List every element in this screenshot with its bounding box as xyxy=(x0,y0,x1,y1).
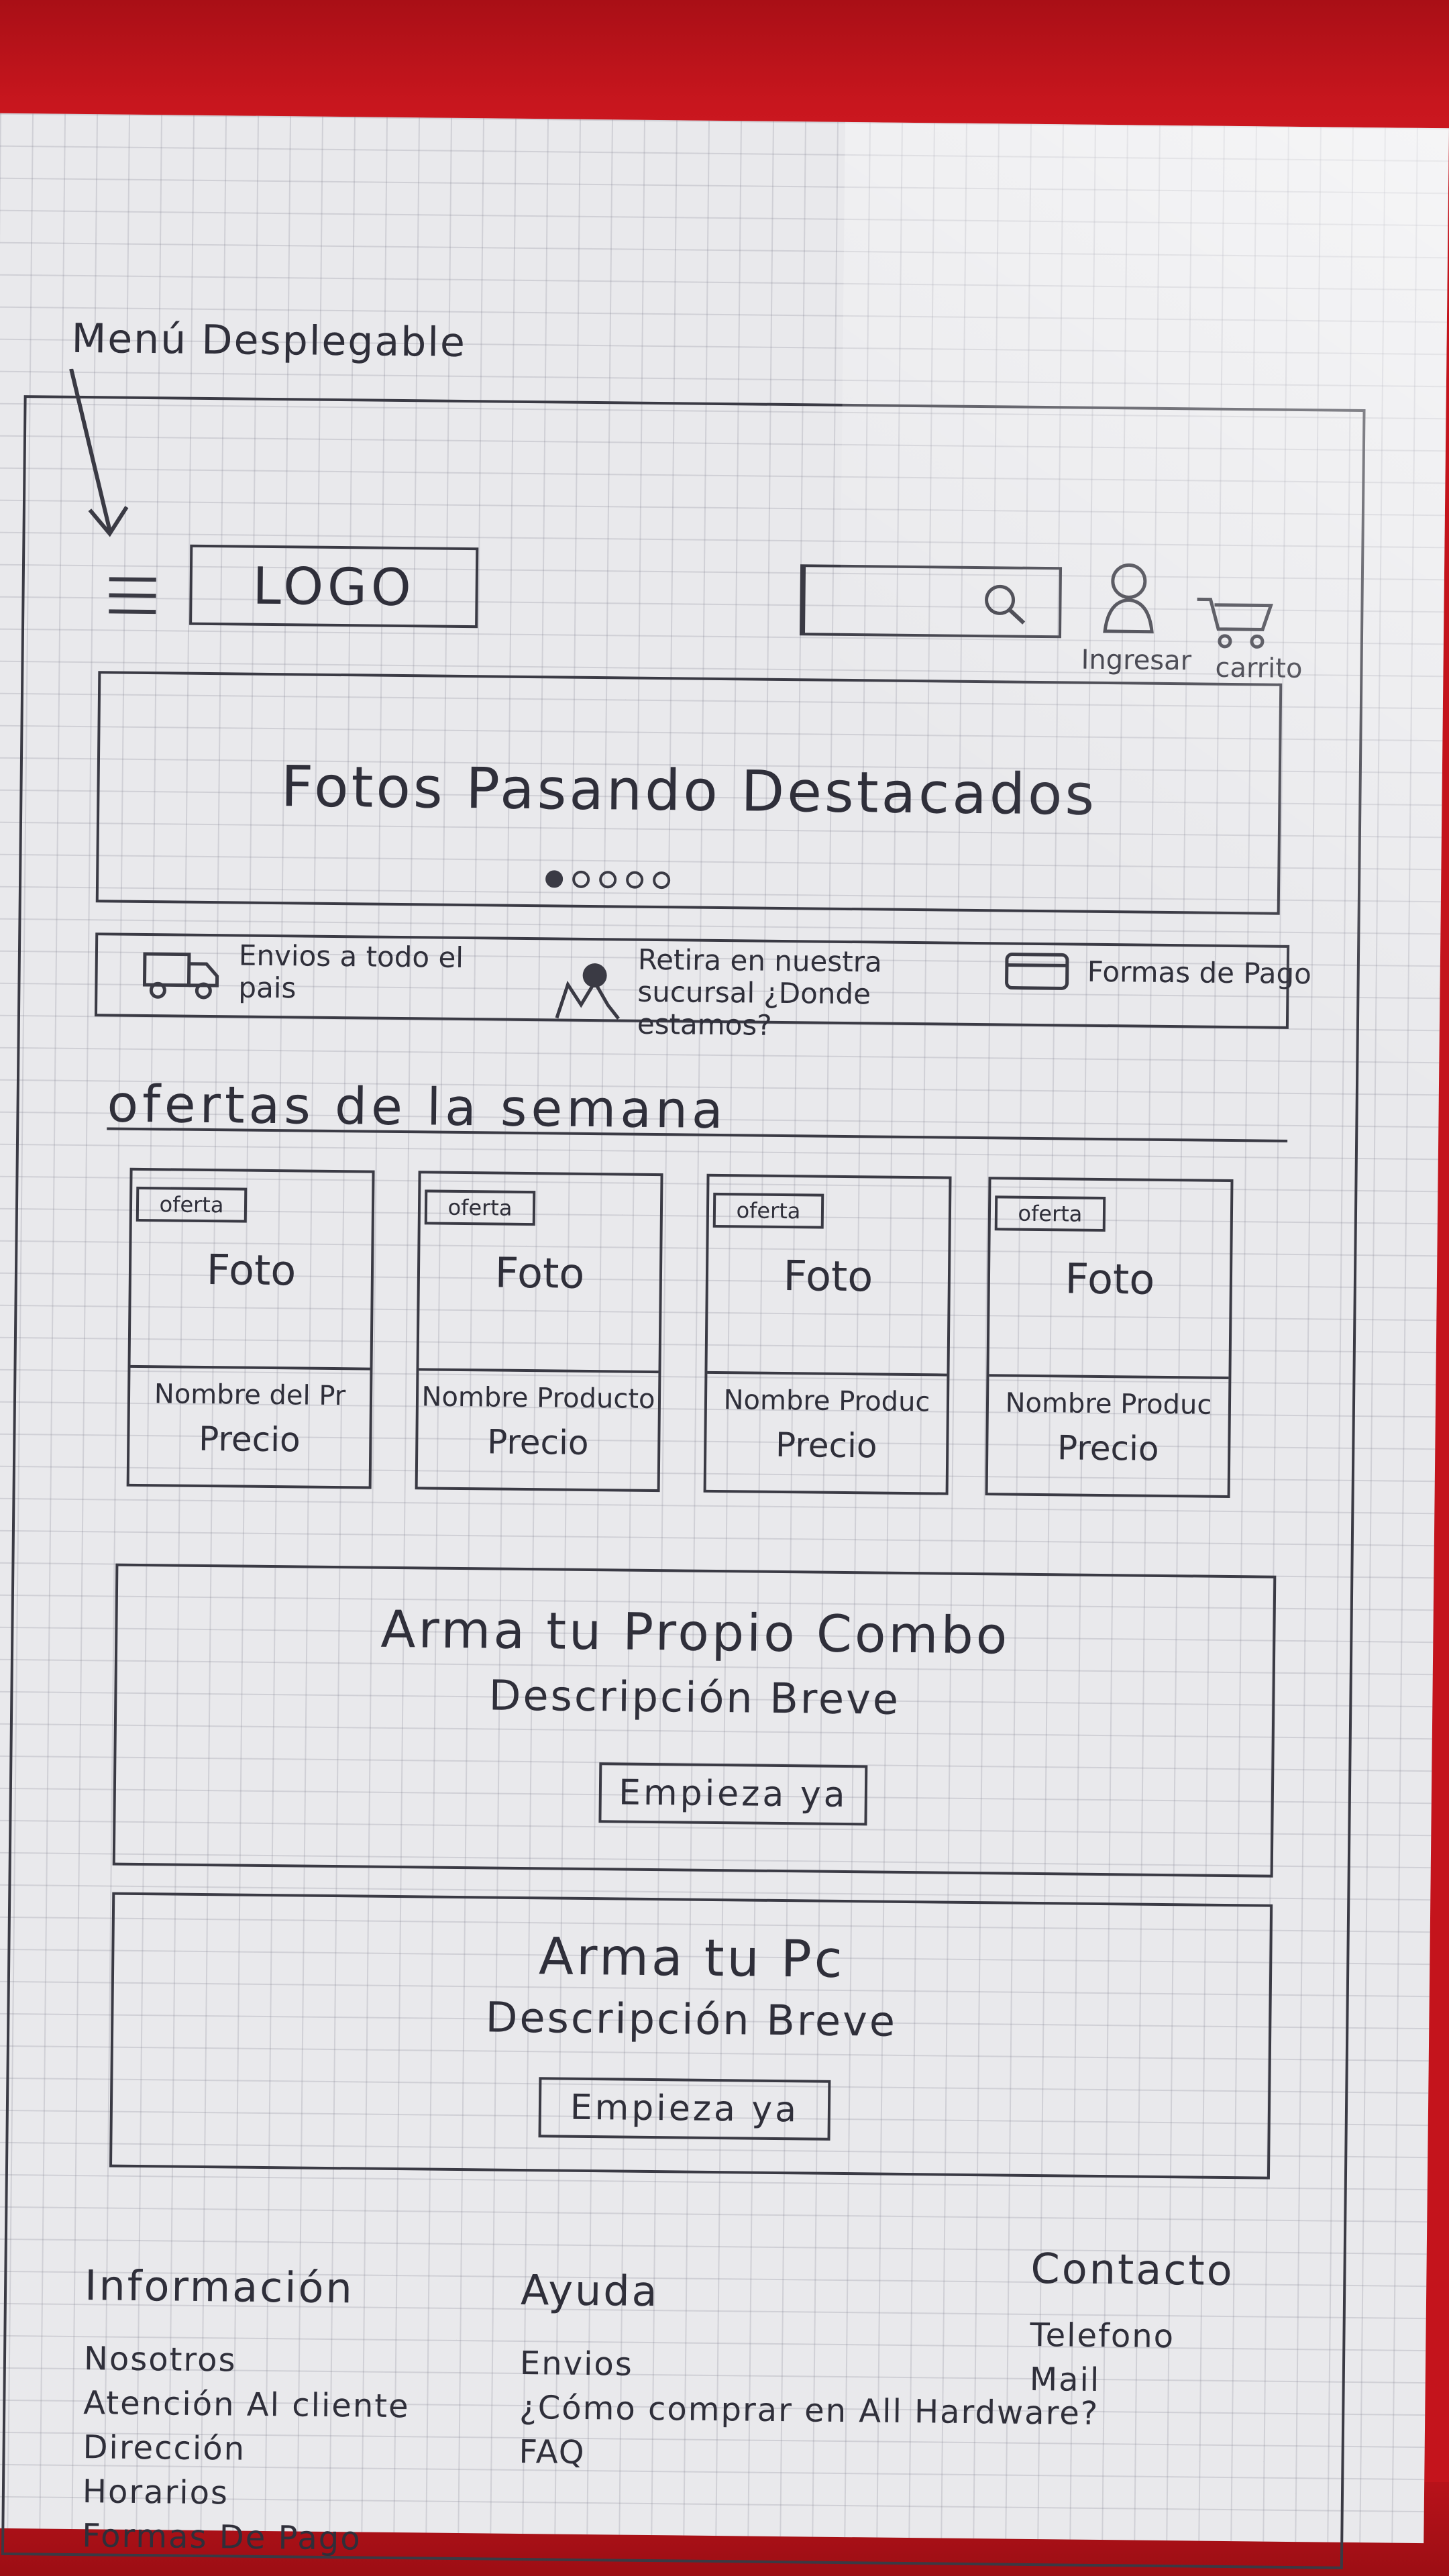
annotation-label: Menú Desplegable xyxy=(71,315,467,366)
start-pc-builder-button[interactable]: Empieza ya xyxy=(538,2077,831,2141)
card-divider xyxy=(419,1368,659,1374)
product-card[interactable]: oferta Foto Nombre del Pr Precio xyxy=(126,1167,375,1489)
footer-link[interactable]: Formas De Pago xyxy=(82,2514,409,2561)
carousel-dot[interactable] xyxy=(626,871,644,889)
product-name: Nombre del Pr xyxy=(154,1379,346,1412)
card-divider xyxy=(989,1374,1229,1379)
carousel-dot[interactable] xyxy=(653,871,671,890)
footer-heading: Ayuda xyxy=(520,2265,660,2316)
search-input[interactable] xyxy=(799,564,1063,639)
footer-link[interactable]: Atención Al cliente xyxy=(83,2381,410,2428)
card-divider xyxy=(130,1364,370,1371)
carousel-title: Fotos Pasando Destacados xyxy=(280,753,1097,828)
promo-title: Arma tu Pc xyxy=(538,1926,845,1990)
combo-promo-banner: Arma tu Propio Combo Descripción Breve E… xyxy=(112,1563,1277,1878)
benefit-shipping[interactable]: Envios a todo el pais xyxy=(142,938,467,1006)
product-photo: Foto xyxy=(783,1251,873,1301)
pc-builder-promo-banner: Arma tu Pc Descripción Breve Empieza ya xyxy=(109,1892,1273,2180)
product-price: Precio xyxy=(198,1419,301,1460)
product-price: Precio xyxy=(1057,1428,1159,1468)
benefit-pickup[interactable]: Retira en nuestra sucursal ¿Donde estamo… xyxy=(554,943,947,1043)
product-card[interactable]: oferta Foto Nombre Producto Precio xyxy=(415,1171,663,1493)
footer-help-column: Ayuda Envios ¿Cómo comprar en All Hardwa… xyxy=(519,2265,1100,2480)
credit-card-icon xyxy=(1005,953,1069,990)
graph-paper-sheet: Menú Desplegable LOGO Ingresar carrito F… xyxy=(0,113,1449,2569)
footer-contact-column: Contacto Telefono Mail xyxy=(1029,2244,1234,2404)
footer-link[interactable]: FAQ xyxy=(519,2430,1099,2480)
benefit-text: Envios a todo el pais xyxy=(238,938,464,1005)
login-label[interactable]: Ingresar xyxy=(1081,645,1191,677)
footer-link[interactable]: ¿Cómo comprar en All Hardware? xyxy=(519,2385,1099,2436)
carousel-dot[interactable] xyxy=(572,870,590,888)
footer-info-column: Información Nosotros Atención Al cliente… xyxy=(82,2261,411,2561)
user-icon[interactable] xyxy=(1102,561,1156,635)
logo[interactable]: LOGO xyxy=(189,544,479,629)
benefit-payment[interactable]: Formas de Pago xyxy=(1004,947,1311,998)
product-photo: Foto xyxy=(494,1248,585,1298)
offer-badge: oferta xyxy=(712,1192,824,1229)
cart-icon[interactable] xyxy=(1195,595,1277,649)
truck-icon xyxy=(142,952,219,1000)
promo-description: Descripción Breve xyxy=(485,1992,898,2046)
footer-link[interactable]: Mail xyxy=(1029,2357,1233,2404)
start-combo-button[interactable]: Empieza ya xyxy=(598,1762,868,1826)
footer-heading: Contacto xyxy=(1030,2243,1235,2296)
offer-badge: oferta xyxy=(136,1186,248,1223)
footer-link[interactable]: Horarios xyxy=(83,2469,409,2517)
promo-title: Arma tu Propio Combo xyxy=(380,1599,1010,1666)
product-name: Nombre Produc xyxy=(1005,1387,1212,1421)
benefit-text: Retira en nuestra sucursal ¿Donde estamo… xyxy=(637,943,883,1042)
product-price: Precio xyxy=(775,1425,877,1466)
product-card[interactable]: oferta Foto Nombre Produc Precio xyxy=(703,1173,952,1495)
footer-heading: Información xyxy=(84,2261,355,2313)
product-name: Nombre Producto xyxy=(421,1381,655,1415)
carousel-dot[interactable] xyxy=(545,870,564,888)
footer-link[interactable]: Telefono xyxy=(1030,2313,1234,2359)
footer-link[interactable]: Nosotros xyxy=(84,2337,411,2384)
hamburger-menu-icon[interactable] xyxy=(109,577,163,621)
promo-description: Descripción Breve xyxy=(488,1670,901,1724)
footer-link[interactable]: Dirección xyxy=(83,2425,409,2473)
product-photo: Foto xyxy=(1065,1254,1155,1304)
benefit-text: Formas de Pago xyxy=(1087,955,1312,991)
card-divider xyxy=(707,1371,947,1377)
offer-badge: oferta xyxy=(424,1189,536,1226)
cart-label[interactable]: carrito xyxy=(1215,653,1302,684)
carousel-dot[interactable] xyxy=(599,871,617,889)
product-photo: Foto xyxy=(206,1245,297,1295)
offer-badge: oferta xyxy=(994,1195,1106,1232)
footer-link[interactable]: Envios xyxy=(520,2341,1100,2392)
location-pin-icon xyxy=(555,963,620,1020)
search-icon[interactable] xyxy=(981,581,1028,629)
carousel-dots xyxy=(545,870,671,890)
product-price: Precio xyxy=(486,1422,589,1462)
product-card[interactable]: oferta Foto Nombre Produc Precio xyxy=(985,1177,1234,1499)
product-name: Nombre Produc xyxy=(723,1385,930,1418)
